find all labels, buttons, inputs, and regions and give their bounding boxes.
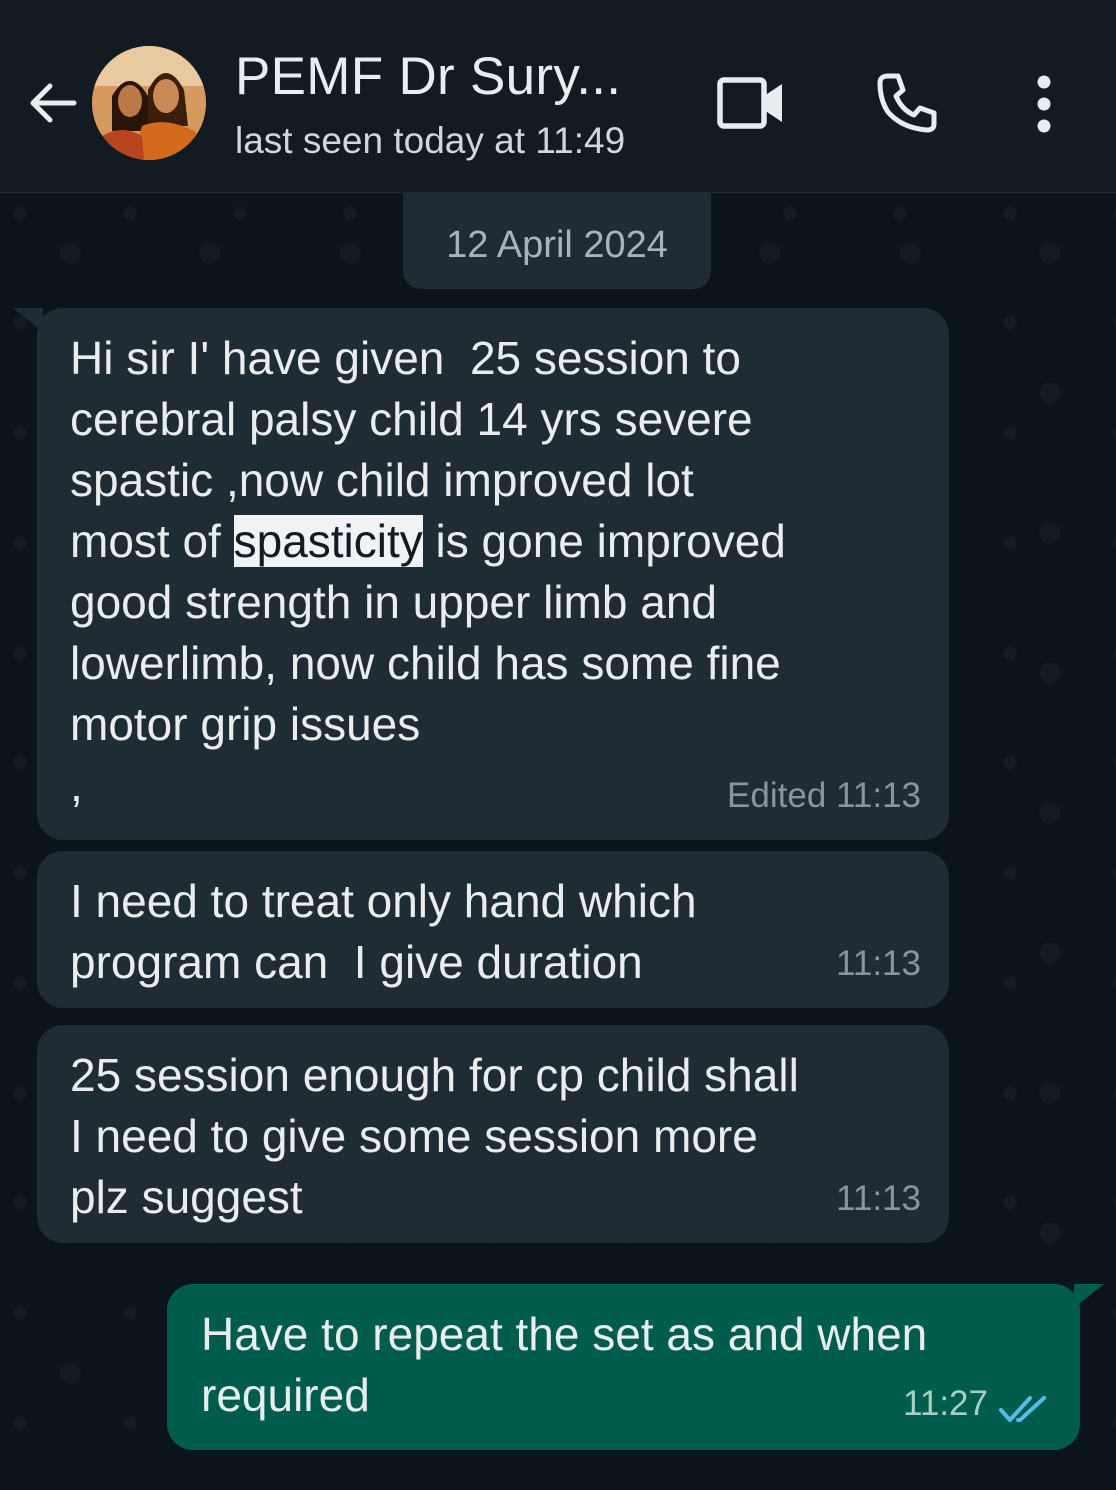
incoming-message[interactable]: Hi sir I' have given 25 session to cereb… <box>13 308 949 840</box>
message-time: 11:13 <box>836 1179 921 1218</box>
back-arrow-icon[interactable] <box>24 74 82 132</box>
outgoing-message[interactable]: Have to repeat the set as and when requi… <box>167 1284 1104 1450</box>
more-vert-icon[interactable] <box>1030 74 1058 134</box>
video-call-icon[interactable] <box>716 74 786 132</box>
read-receipt-icon <box>999 1396 1046 1422</box>
chat-area[interactable]: 12 April 2024 Hi sir I' have given 25 se… <box>0 193 1116 1490</box>
avatar[interactable] <box>92 46 206 160</box>
message-time: 11:13 <box>836 944 921 983</box>
message-time: 11:27 <box>903 1384 988 1423</box>
highlighted-word: spasticity <box>233 515 423 567</box>
bubble-tail <box>13 308 43 332</box>
incoming-message[interactable]: I need to treat only hand which program … <box>37 851 949 1008</box>
message-text: Have to repeat the set as and when requi… <box>201 1308 928 1421</box>
incoming-message[interactable]: 25 session enough for cp child shall I n… <box>37 1025 949 1243</box>
contact-name[interactable]: PEMF Dr Sury... <box>235 46 621 107</box>
message-text: 25 session enough for cp child shall I n… <box>70 1049 799 1223</box>
voice-call-icon[interactable] <box>874 70 940 136</box>
date-chip: 12 April 2024 <box>403 193 711 289</box>
bubble-tail <box>1074 1284 1104 1308</box>
last-seen-status: last seen today at 11:49 <box>235 120 626 161</box>
message-text: I need to treat only hand which program … <box>70 875 697 988</box>
message-text: Hi sir I' have given 25 session to cereb… <box>70 332 786 811</box>
chat-header: PEMF Dr Sury... last seen today at 11:49 <box>0 0 1116 193</box>
message-time: Edited 11:13 <box>727 776 921 815</box>
